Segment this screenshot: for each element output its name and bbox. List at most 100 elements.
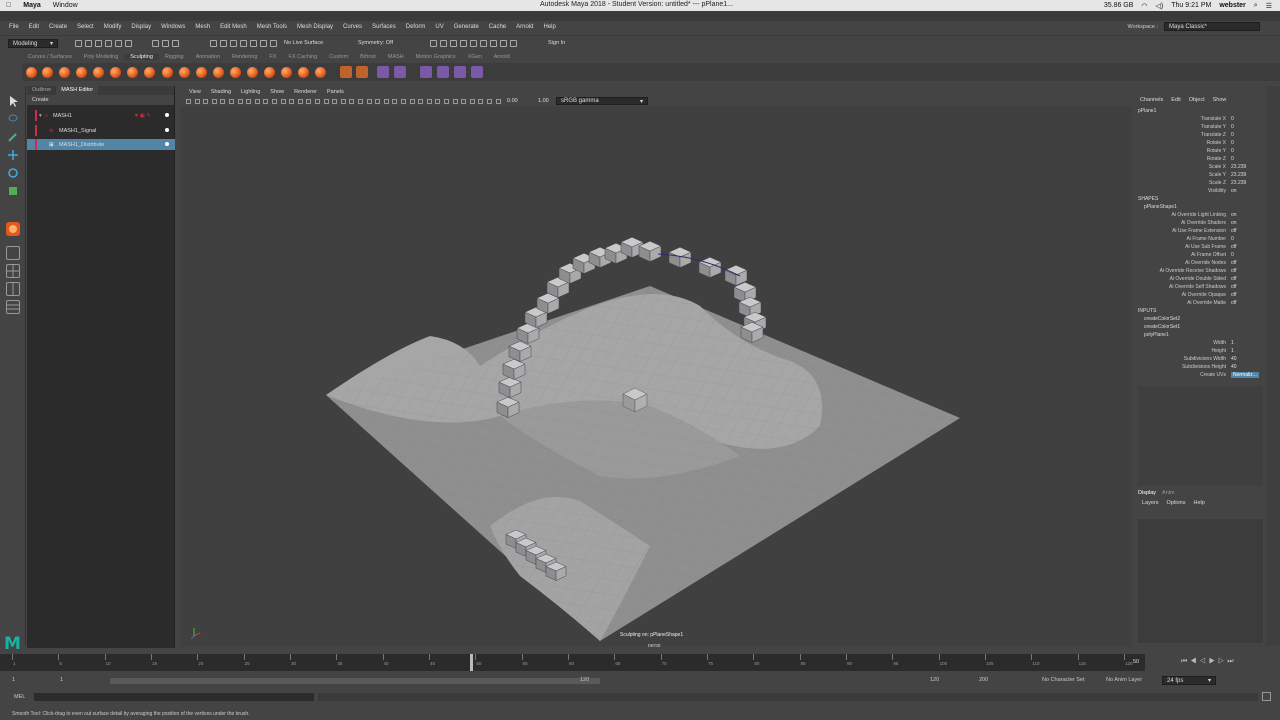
- search-icon[interactable]: ⌕: [1254, 2, 1258, 10]
- character-set-dropdown[interactable]: No Character Set: [1042, 677, 1085, 683]
- statusline-tool-icon[interactable]: [75, 40, 82, 47]
- time-slider[interactable]: 1 5 10 15 20 25 30 35 40 45 50 55 60 65 70 75 80 85 90 95 10…: [0, 654, 1145, 671]
- shelf-tab-rendering[interactable]: Rendering: [226, 54, 263, 60]
- mash-tool-icon[interactable]: [471, 66, 483, 78]
- menu-mesh[interactable]: Mesh: [190, 24, 215, 30]
- viewport-toolbar-icon[interactable]: [220, 99, 226, 104]
- menu-deform[interactable]: Deform: [401, 24, 431, 30]
- statusline-tool-icon[interactable]: [230, 40, 237, 47]
- input-node[interactable]: createColorSet1: [1144, 324, 1180, 330]
- viewport-toolbar-icon[interactable]: [452, 99, 458, 104]
- channel-row[interactable]: Ai Frame Number 0: [1135, 236, 1266, 244]
- viewport-menu-view[interactable]: View: [184, 89, 206, 95]
- viewport-toolbar-icon[interactable]: [246, 99, 252, 104]
- symmetry-dropdown[interactable]: Symmetry: Off: [358, 40, 393, 46]
- single-pane-layout-icon[interactable]: [6, 246, 20, 260]
- shelf-tab-fx-caching[interactable]: FX Caching: [282, 54, 323, 60]
- playback-start-field[interactable]: 1: [60, 677, 63, 683]
- clock[interactable]: Thu 9:21 PM: [1171, 2, 1211, 9]
- channel-row[interactable]: Create UVs Normaliz...: [1135, 372, 1266, 380]
- script-editor-icon[interactable]: [1262, 692, 1271, 701]
- sculpt-brush-icon[interactable]: [76, 67, 87, 78]
- channel-row[interactable]: Translate X 0: [1135, 116, 1266, 124]
- animation-end-field[interactable]: 200: [979, 677, 988, 683]
- channel-value[interactable]: 0: [1231, 124, 1234, 130]
- viewport-toolbar-icon[interactable]: [349, 99, 355, 104]
- exposure-field[interactable]: 0.00: [507, 98, 518, 104]
- sculpt-settings-icon[interactable]: [340, 66, 352, 78]
- viewport-toolbar-icon[interactable]: [375, 99, 381, 104]
- viewport-toolbar-icon[interactable]: [435, 99, 441, 104]
- channel-value[interactable]: 0: [1231, 116, 1234, 122]
- range-bar[interactable]: [110, 678, 600, 684]
- sculpt-brush-icon[interactable]: [230, 67, 241, 78]
- sculpt-settings-icon[interactable]: [356, 66, 368, 78]
- mash-tools-icon[interactable]: ♥ ▣ ✎: [135, 113, 151, 119]
- statusline-tool-icon[interactable]: [125, 40, 132, 47]
- outliner-layout-icon[interactable]: [6, 300, 20, 314]
- viewport-menu-panels[interactable]: Panels: [322, 89, 349, 95]
- sculpt-brush-icon[interactable]: [264, 67, 275, 78]
- outliner-row-mash1-distribute[interactable]: ⊞ MASH1_Distribute: [27, 139, 175, 150]
- viewport-toolbar-icon[interactable]: [478, 99, 484, 104]
- viewport-3d[interactable]: Sculpting on: pPlaneShape1 persp: [180, 106, 1132, 647]
- sculpt-brush-icon[interactable]: [315, 67, 326, 78]
- viewport-toolbar-icon[interactable]: [254, 99, 260, 104]
- viewport-toolbar-icon[interactable]: [194, 99, 200, 104]
- rotate-tool-icon[interactable]: [6, 166, 20, 180]
- channel-value[interactable]: 0: [1231, 236, 1234, 242]
- channel-value[interactable]: off: [1231, 300, 1236, 306]
- menu-mesh-display[interactable]: Mesh Display: [292, 24, 338, 30]
- user-menu[interactable]: webster: [1219, 2, 1245, 9]
- viewport-toolbar-icon[interactable]: [444, 99, 449, 104]
- menu-edit-mesh[interactable]: Edit Mesh: [215, 24, 252, 30]
- mash-tool-icon[interactable]: [437, 66, 449, 78]
- channel-value[interactable]: Normaliz...: [1231, 372, 1259, 378]
- menu-modify[interactable]: Modify: [99, 24, 127, 30]
- menu-generate[interactable]: Generate: [449, 24, 484, 30]
- lasso-tool-icon[interactable]: [6, 112, 20, 126]
- mash-tool-icon[interactable]: [454, 66, 466, 78]
- channel-row[interactable]: Scale Z 23.239: [1135, 180, 1266, 188]
- channel-row[interactable]: Rotate X 0: [1135, 140, 1266, 148]
- statusline-tool-icon[interactable]: [172, 40, 179, 47]
- channel-value[interactable]: 40: [1231, 356, 1237, 362]
- help-menu[interactable]: Help: [1193, 500, 1204, 506]
- statusline-tool-icon[interactable]: [470, 40, 477, 47]
- channel-value[interactable]: 0: [1231, 252, 1234, 258]
- sculpt-brush-icon[interactable]: [213, 67, 224, 78]
- menu-display[interactable]: Display: [126, 24, 156, 30]
- channel-row[interactable]: Height 1: [1135, 348, 1266, 356]
- channel-value[interactable]: off: [1231, 276, 1236, 282]
- shelf-tab-poly-modeling[interactable]: Poly Modeling: [78, 54, 125, 60]
- viewport-menu-renderer[interactable]: Renderer: [289, 89, 322, 95]
- channels-menu[interactable]: Channels: [1140, 97, 1163, 103]
- channel-row[interactable]: Ai Override Nodes off: [1135, 260, 1266, 268]
- channel-value[interactable]: 0: [1231, 140, 1234, 146]
- sculpt-brush-icon[interactable]: [298, 67, 309, 78]
- channel-row[interactable]: Translate Z 0: [1135, 132, 1266, 140]
- shelf-tab-mash[interactable]: MASH: [382, 54, 410, 60]
- channel-value[interactable]: on: [1231, 188, 1237, 194]
- sculpt-brush-icon[interactable]: [59, 67, 70, 78]
- options-menu[interactable]: Options: [1167, 500, 1186, 506]
- channel-value[interactable]: 23.239: [1231, 180, 1246, 186]
- channel-value[interactable]: off: [1231, 244, 1236, 250]
- viewport-toolbar-icon[interactable]: [495, 99, 501, 104]
- viewport-toolbar-icon[interactable]: [332, 99, 338, 104]
- channel-row[interactable]: Rotate Z 0: [1135, 156, 1266, 164]
- channel-row[interactable]: Rotate Y 0: [1135, 148, 1266, 156]
- layers-menu[interactable]: Layers: [1142, 500, 1159, 506]
- viewport-toolbar-icon[interactable]: [203, 99, 209, 104]
- channel-row[interactable]: Ai Override Matte off: [1135, 300, 1266, 308]
- shelf-tab-motion-graphics[interactable]: Motion Graphics: [410, 54, 462, 60]
- volume-icon[interactable]: ◁): [1156, 2, 1164, 10]
- statusline-tool-icon[interactable]: [490, 40, 497, 47]
- gamma-field[interactable]: 1.00: [538, 98, 549, 104]
- shelf-tab-curves-surfaces[interactable]: Curves / Surfaces: [22, 54, 78, 60]
- shelf-tab-custom[interactable]: Custom: [323, 54, 354, 60]
- menu-curves[interactable]: Curves: [338, 24, 367, 30]
- viewport-toolbar-icon[interactable]: [237, 99, 243, 104]
- viewport-toolbar-icon[interactable]: [469, 99, 475, 104]
- outliner-row-mash1[interactable]: ▾ ⌂ MASH1 ♥ ▣ ✎: [27, 110, 175, 121]
